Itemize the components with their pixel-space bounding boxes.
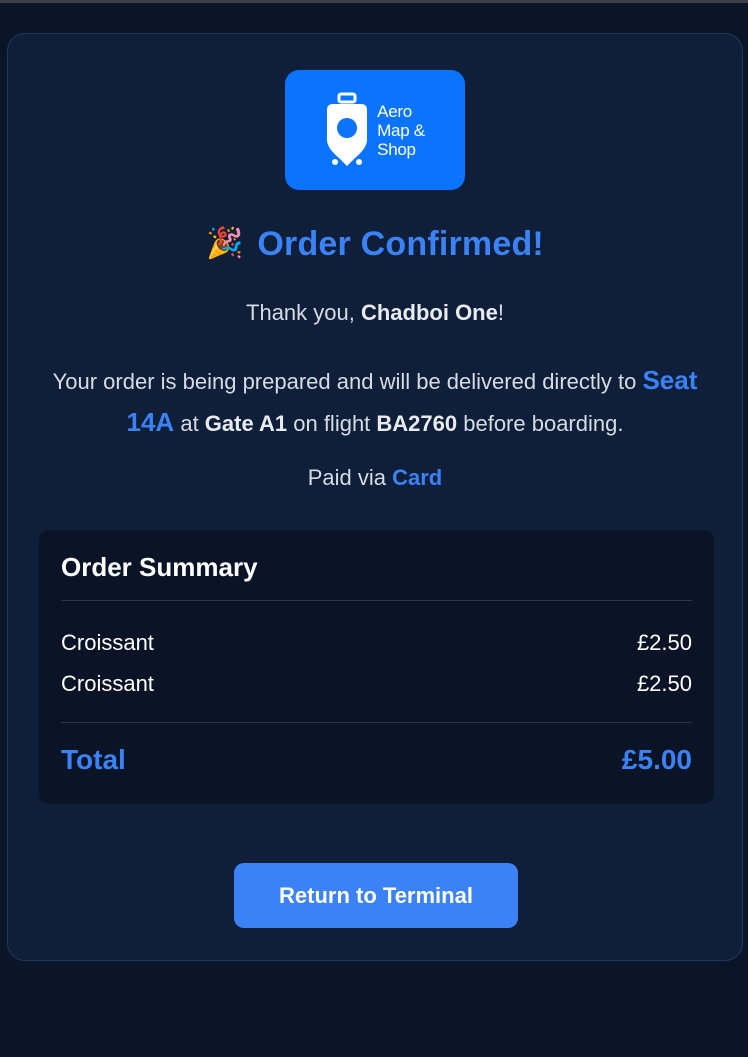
customer-name: Chadboi One bbox=[360, 300, 498, 325]
logo-line: Shop bbox=[377, 139, 416, 159]
gate-number: Gate A1 bbox=[204, 411, 288, 436]
thanks-suffix: ! bbox=[497, 300, 504, 325]
desc-text: Your order is being prepared and will be… bbox=[52, 369, 643, 394]
order-total: Total £5.00 bbox=[61, 744, 692, 776]
list-item: Croissant £2.50 bbox=[61, 671, 692, 697]
delivery-description: Your order is being prepared and will be… bbox=[28, 360, 722, 444]
divider bbox=[61, 600, 692, 601]
party-popper-icon: 🎉 bbox=[206, 227, 244, 260]
confirmation-card: Aero Map & Shop 🎉 Order Confirmed! Thank… bbox=[7, 33, 743, 961]
app-logo: Aero Map & Shop bbox=[285, 70, 465, 190]
payment-method: Card bbox=[392, 465, 443, 490]
desc-text: on flight bbox=[287, 411, 377, 436]
total-label: Total bbox=[61, 744, 126, 775]
page-title: Order Confirmed! bbox=[257, 224, 544, 263]
total-value: £5.00 bbox=[621, 744, 692, 775]
thank-you-message: Thank you, Chadboi One! bbox=[8, 300, 742, 326]
logo-line: Map & bbox=[377, 120, 425, 140]
order-summary-title: Order Summary bbox=[61, 552, 258, 582]
payment-prefix: Paid via bbox=[307, 465, 393, 490]
payment-info: Paid via Card bbox=[8, 465, 742, 491]
return-to-terminal-button[interactable]: Return to Terminal bbox=[234, 863, 518, 928]
logo-line: Aero bbox=[377, 101, 412, 121]
flight-number: BA2760 bbox=[376, 411, 458, 436]
item-name: Croissant bbox=[61, 671, 154, 696]
title-row: 🎉 Order Confirmed! bbox=[8, 224, 742, 264]
desc-text: at bbox=[174, 411, 205, 436]
luggage-pin-icon bbox=[327, 92, 368, 166]
divider bbox=[61, 722, 692, 723]
thanks-prefix: Thank you, bbox=[246, 300, 361, 325]
item-name: Croissant bbox=[61, 630, 154, 655]
list-item: Croissant £2.50 bbox=[61, 630, 692, 656]
item-price: £2.50 bbox=[636, 630, 692, 655]
logo-text: Aero Map & Shop bbox=[377, 102, 425, 159]
item-price: £2.50 bbox=[636, 671, 692, 696]
desc-text: before boarding. bbox=[457, 411, 624, 436]
order-summary: Order Summary Croissant £2.50 Croissant … bbox=[39, 530, 714, 804]
